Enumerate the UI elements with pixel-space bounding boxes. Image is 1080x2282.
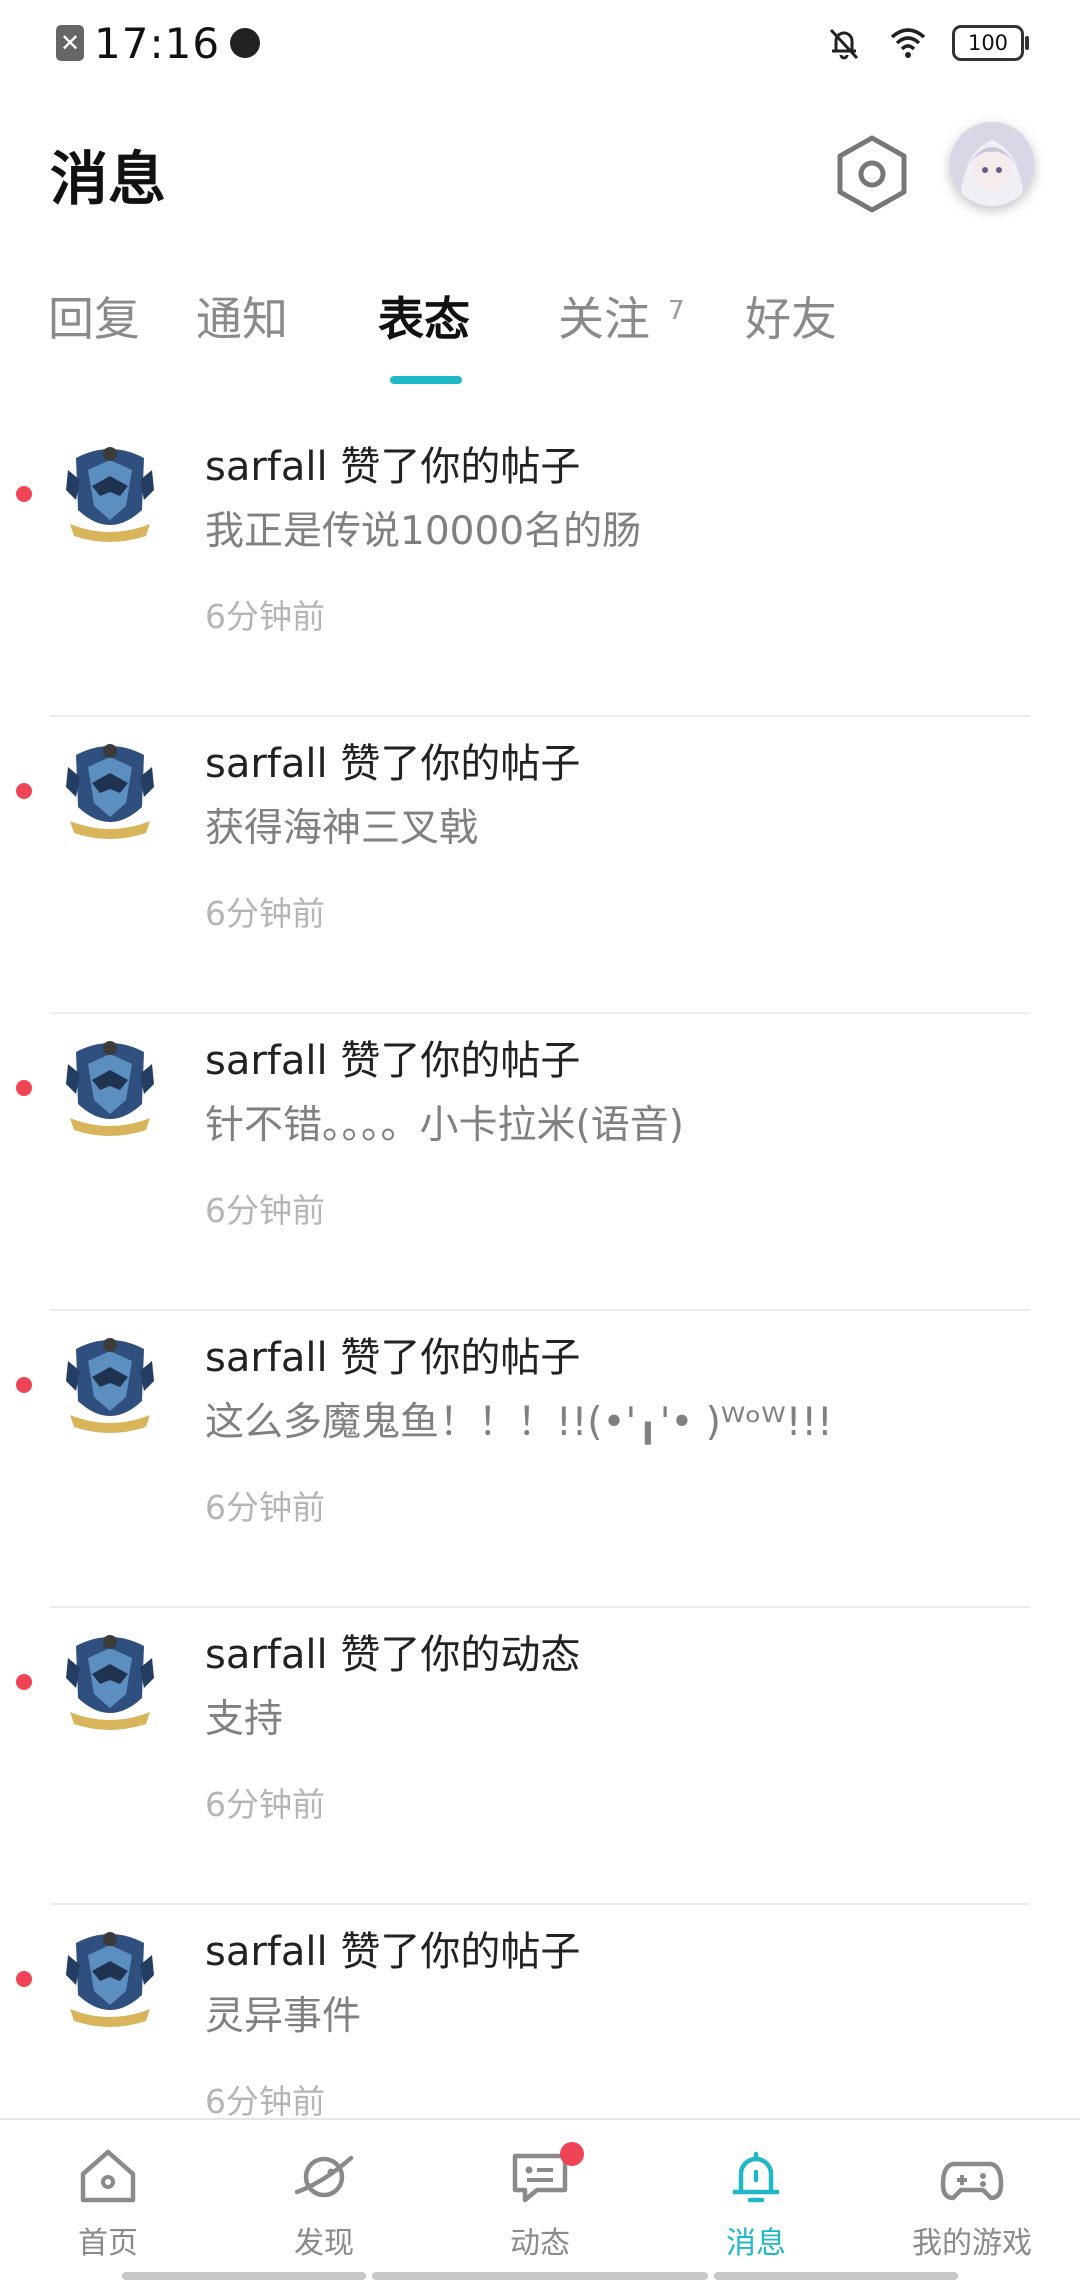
follows-count-badge: 7 [668,296,685,326]
nav-label: 动态 [510,2226,570,2261]
home-indicator [372,2272,708,2280]
nav-feed-badge [560,2142,584,2166]
nav-label: 发现 [294,2226,354,2261]
item-time: 6分钟前 [205,894,325,933]
ravenclaw-crest-avatar[interactable] [62,1628,158,1740]
item-time: 6分钟前 [205,597,325,636]
anime-avatar-image [950,122,1034,206]
list-item[interactable]: sarfall 赞了你的帖子 获得海神三叉戟 6分钟前 [0,717,1080,1014]
unread-dot [16,783,32,799]
unread-dot [16,486,32,502]
nav-discover[interactable]: 发现 [224,2144,424,2264]
list-item[interactable]: sarfall 赞了你的帖子 这么多魔鬼鱼！！！!!(•'╻'• )ᵂᵒᵂ!!!… [0,1311,1080,1608]
settings-button[interactable] [834,134,910,214]
user-avatar-button[interactable] [950,122,1034,206]
nav-label: 消息 [726,2226,786,2261]
tab-reactions[interactable]: 表态 [378,284,470,354]
list-item[interactable]: sarfall 赞了你的帖子 我正是传说10000名的肠 6分钟前 [0,420,1080,717]
mute-bell-icon [829,28,859,60]
header: 消息 [0,118,1080,228]
status-time: 17:16 [94,18,221,68]
list-item[interactable]: sarfall 赞了你的动态 支持 6分钟前 [0,1608,1080,1905]
unread-dot [16,1377,32,1393]
tab-follows[interactable]: 关注 [558,284,650,354]
item-content: 获得海神三叉戟 [205,806,479,851]
nav-feed[interactable]: 动态 [440,2142,640,2264]
tab-notifications[interactable]: 通知 [196,284,288,354]
bottom-nav: 首页 发现 动态 消息 我的游戏 [0,2118,1080,2282]
home-indicator [122,2272,366,2280]
item-content: 支持 [205,1697,284,1742]
item-content: 灵异事件 [205,1994,362,2039]
item-title: sarfall 赞了你的帖子 [205,741,581,787]
active-tab-indicator [390,376,462,384]
nav-my-games[interactable]: 我的游戏 [872,2144,1072,2264]
item-title: sarfall 赞了你的帖子 [205,1038,581,1084]
ravenclaw-crest-avatar[interactable] [62,1925,158,2037]
status-app-icon [230,28,261,58]
item-content: 针不错。。。。小卡拉米(语音) [205,1103,684,1148]
list-item[interactable]: sarfall 赞了你的帖子 针不错。。。。小卡拉米(语音) 6分钟前 [0,1014,1080,1311]
ravenclaw-crest-avatar[interactable] [62,737,158,849]
ravenclaw-crest-avatar[interactable] [62,1331,158,1443]
item-time: 6分钟前 [205,2082,325,2121]
item-title: sarfall 赞了你的帖子 [205,1929,581,1975]
nav-label: 首页 [78,2226,138,2261]
message-list: sarfall 赞了你的帖子 我正是传说10000名的肠 6分钟前 sarfal… [0,420,1080,2202]
wifi-icon [890,28,926,58]
unread-dot [16,1674,32,1690]
tab-bar: 回复 通知 表态 关注 7 好友 [0,284,1080,394]
nav-messages[interactable]: 消息 [656,2144,856,2264]
item-content: 这么多魔鬼鱼！！！!!(•'╻'• )ᵂᵒᵂ!!! [205,1400,833,1445]
item-title: sarfall 赞了你的帖子 [205,1335,581,1381]
nav-home[interactable]: 首页 [8,2144,208,2264]
unread-dot [16,1971,32,1987]
item-content: 我正是传说10000名的肠 [205,509,642,554]
item-title: sarfall 赞了你的动态 [205,1632,581,1678]
tab-friends[interactable]: 好友 [745,284,837,354]
home-indicator [714,2272,958,2280]
gamepad-icon [940,2161,1004,2201]
item-title: sarfall 赞了你的帖子 [205,444,581,490]
planet-icon [294,2155,354,2198]
unread-dot [16,1080,32,1096]
item-time: 6分钟前 [205,1488,325,1527]
nav-label: 我的游戏 [912,2226,1032,2261]
ravenclaw-crest-avatar[interactable] [62,1034,158,1146]
item-time: 6分钟前 [205,1191,325,1230]
bell-icon [733,2151,779,2203]
settings-hexagon-icon [837,135,907,213]
page-title: 消息 [50,145,167,213]
home-icon [80,2149,136,2203]
notification-x-icon: ✕ [56,25,84,61]
tab-replies[interactable]: 回复 [48,284,140,354]
item-time: 6分钟前 [205,1785,325,1824]
status-bar: ✕ 17:16 100 [0,0,1080,86]
ravenclaw-crest-avatar[interactable] [62,440,158,552]
battery-indicator: 100 [952,25,1029,61]
